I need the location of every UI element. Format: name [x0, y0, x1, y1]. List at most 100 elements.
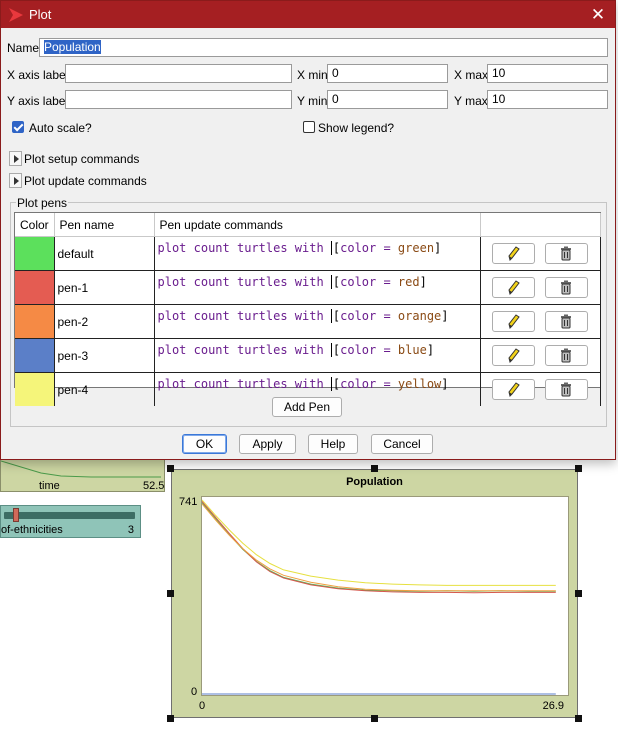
plot-setup-label[interactable]: Plot setup commands: [24, 152, 139, 166]
edit-pen-button[interactable]: [492, 277, 535, 298]
resize-handle-br[interactable]: [575, 715, 582, 722]
resize-handle-tr[interactable]: [575, 465, 582, 472]
pen-cmd-close: ]: [441, 309, 449, 323]
show-legend-label[interactable]: Show legend?: [318, 121, 394, 135]
pen-name: pen-2: [57, 314, 89, 329]
pen-cmd-bracket: [: [330, 377, 341, 391]
slider-knob[interactable]: [13, 508, 19, 522]
edit-pen-button[interactable]: [492, 311, 535, 332]
delete-pen-button[interactable]: [545, 379, 588, 400]
pen-name: pen-3: [57, 348, 89, 363]
pen-color-swatch[interactable]: [15, 338, 55, 373]
pen-name: pen-4: [57, 382, 89, 397]
resize-handle-mr[interactable]: [575, 590, 582, 597]
pen-name-cell[interactable]: pen-3: [54, 338, 155, 373]
pen-name: pen-1: [57, 280, 89, 295]
pen-cmd-var: color =: [340, 343, 398, 357]
slider-track[interactable]: [4, 512, 135, 519]
add-pen-button[interactable]: Add Pen: [272, 397, 342, 417]
header-actions: [480, 213, 601, 237]
slider-value: 3: [127, 524, 134, 536]
pen-name-cell[interactable]: pen-1: [54, 270, 155, 305]
pen-name: default: [57, 246, 94, 261]
pens-table: Color Pen name Pen update commands defau…: [14, 212, 601, 406]
plot-title: Population: [346, 476, 403, 488]
plot-setup-expander[interactable]: [9, 151, 22, 166]
series-line-pen-1: [201, 500, 556, 594]
time-axis-max: 52.5: [143, 480, 165, 492]
pen-row[interactable]: pen-1 plot count turtles with [color = re…: [15, 270, 601, 305]
pen-cmd-bracket: [: [330, 241, 341, 255]
pen-color-swatch[interactable]: [15, 270, 55, 305]
pen-actions-cell: [480, 236, 601, 271]
pen-update-command-cell[interactable]: plot count turtles with [color = blue]: [154, 338, 481, 373]
resize-handle-bl[interactable]: [167, 715, 174, 722]
name-input[interactable]: Population: [39, 38, 608, 57]
pen-update-command-cell[interactable]: plot count turtles with [color = orange]: [154, 304, 481, 339]
series-line-pen-4: [201, 499, 556, 586]
y-min-input[interactable]: 0: [327, 90, 448, 109]
pen-update-command-cell[interactable]: plot count turtles with [color = red]: [154, 270, 481, 305]
ethnicities-slider[interactable]: of-ethnicities 3: [0, 505, 141, 538]
pen-name-cell[interactable]: default: [54, 236, 155, 271]
pen-cmd-prefix: plot count turtles with: [157, 343, 331, 357]
x-max-input[interactable]: 10: [487, 64, 608, 83]
pen-color-swatch[interactable]: [15, 372, 55, 406]
close-button[interactable]: ✕: [581, 1, 615, 28]
header-pen-name: Pen name: [54, 213, 155, 237]
apply-button[interactable]: Apply: [239, 434, 296, 454]
x-min-input[interactable]: 0: [327, 64, 448, 83]
pen-cmd-bracket: [: [330, 343, 341, 357]
edit-pen-button[interactable]: [492, 243, 535, 264]
pen-actions-cell: [480, 338, 601, 373]
cancel-button[interactable]: Cancel: [371, 434, 433, 454]
pen-cmd-prefix: plot count turtles with: [157, 241, 331, 255]
resize-handle-tm[interactable]: [371, 465, 378, 472]
pen-row[interactable]: pen-2 plot count turtles with [color = or…: [15, 304, 601, 339]
pen-cmd-var: color =: [340, 377, 398, 391]
ok-button[interactable]: OK: [182, 434, 227, 454]
x-min-label: X min: [297, 68, 328, 82]
y-axis-label-input[interactable]: [65, 90, 292, 109]
dialog-titlebar[interactable]: Plot ✕: [1, 1, 615, 28]
pen-update-command-cell[interactable]: plot count turtles with [color = green]: [154, 236, 481, 271]
resize-handle-ml[interactable]: [167, 590, 174, 597]
pen-name-cell[interactable]: pen-2: [54, 304, 155, 339]
pen-name-cell[interactable]: pen-4: [54, 372, 155, 406]
x-axis-label-input[interactable]: [65, 64, 292, 83]
edit-pen-button[interactable]: [492, 379, 535, 400]
pen-cmd-bracket: [: [330, 309, 341, 323]
delete-pen-button[interactable]: [545, 277, 588, 298]
close-icon[interactable]: ✕: [591, 5, 605, 24]
plot-update-label[interactable]: Plot update commands: [24, 174, 147, 188]
pen-cmd-close: ]: [426, 343, 435, 357]
resize-handle-bm[interactable]: [371, 715, 378, 722]
pen-cmd-value: orange: [397, 309, 442, 323]
plot-y-min: 0: [191, 686, 198, 698]
show-legend-checkbox[interactable]: [303, 121, 315, 133]
pen-cmd-prefix: plot count turtles with: [157, 275, 331, 289]
auto-scale-checkbox[interactable]: [12, 121, 24, 133]
auto-scale-label[interactable]: Auto scale?: [29, 121, 92, 135]
time-plot-trace: [1, 460, 161, 478]
delete-pen-button[interactable]: [545, 311, 588, 332]
series-line-pen-2: [201, 503, 556, 592]
pen-cmd-bracket: [: [330, 275, 341, 289]
resize-handle-tl[interactable]: [167, 465, 174, 472]
population-plot-widget[interactable]: Population 741 0 0 26.9: [171, 469, 578, 718]
edit-pen-button[interactable]: [492, 345, 535, 366]
pen-cmd-close: ]: [419, 275, 427, 289]
delete-pen-button[interactable]: [545, 243, 588, 264]
plot-dialog: Plot ✕ Name Population X axis label X mi…: [0, 0, 616, 460]
pen-row[interactable]: default plot count turtles with [color = …: [15, 236, 601, 271]
pen-cmd-var: color =: [340, 241, 398, 255]
pen-color-swatch[interactable]: [15, 304, 55, 339]
delete-pen-button[interactable]: [545, 345, 588, 366]
y-max-input[interactable]: 10: [487, 90, 608, 109]
pen-row[interactable]: pen-3 plot count turtles with [color = bl…: [15, 338, 601, 373]
pen-color-swatch[interactable]: [15, 236, 55, 271]
help-button[interactable]: Help: [308, 434, 358, 454]
pen-cmd-close: ]: [434, 241, 442, 255]
plot-update-expander[interactable]: [9, 173, 22, 188]
plot-area: [201, 496, 569, 696]
